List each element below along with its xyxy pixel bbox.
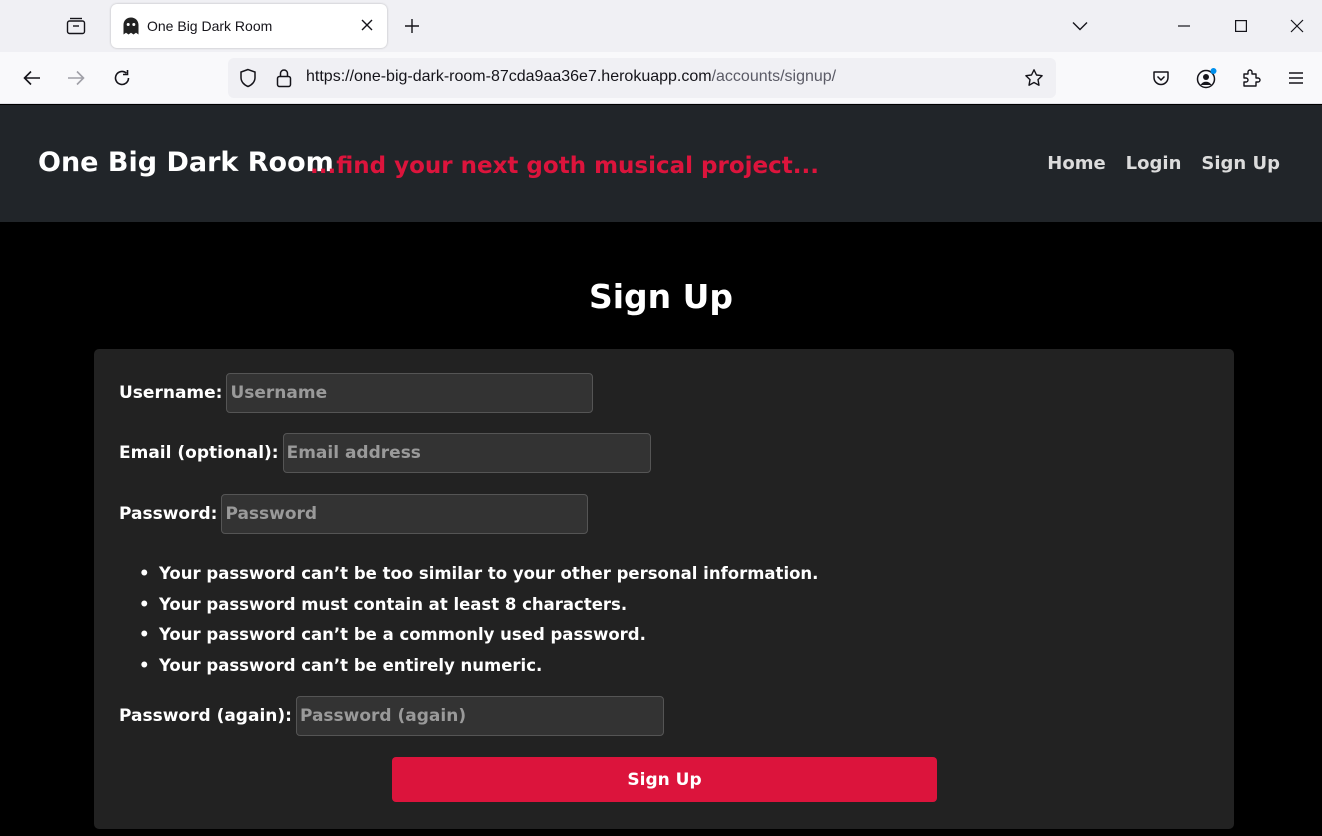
password-again-row: Password (again): bbox=[119, 696, 664, 736]
web-page: One Big Dark Room ...find your next goth… bbox=[0, 105, 1322, 836]
shield-icon[interactable] bbox=[238, 68, 258, 88]
password-input[interactable] bbox=[221, 494, 589, 534]
signup-submit-button[interactable]: Sign Up bbox=[392, 757, 937, 802]
reload-icon[interactable] bbox=[106, 62, 138, 94]
username-label: Username: bbox=[119, 383, 223, 403]
password-again-label: Password (again): bbox=[119, 706, 292, 726]
new-tab-icon[interactable] bbox=[398, 12, 426, 40]
ghost-icon bbox=[121, 16, 141, 36]
account-icon[interactable] bbox=[1191, 62, 1223, 94]
address-bar[interactable]: https://one-big-dark-room-87cda9aa36e7.h… bbox=[228, 58, 1056, 98]
nav-login-link[interactable]: Login bbox=[1126, 153, 1182, 174]
back-arrow-icon[interactable] bbox=[16, 62, 48, 94]
browser-nav-bar: https://one-big-dark-room-87cda9aa36e7.h… bbox=[0, 52, 1322, 104]
url-path: /accounts/signup/ bbox=[711, 68, 837, 85]
bookmark-star-icon[interactable] bbox=[1024, 68, 1044, 88]
active-tab[interactable]: One Big Dark Room bbox=[111, 4, 387, 48]
extensions-icon[interactable] bbox=[1235, 62, 1267, 94]
page-title: Sign Up bbox=[588, 277, 734, 316]
pocket-icon[interactable] bbox=[1145, 62, 1177, 94]
tab-title: One Big Dark Room bbox=[147, 18, 273, 34]
lock-icon[interactable] bbox=[274, 68, 294, 88]
window-close-icon[interactable] bbox=[1277, 8, 1317, 44]
password-help-item: Your password can’t be entirely numeric. bbox=[139, 651, 818, 682]
tab-list-icon[interactable] bbox=[58, 10, 94, 42]
minimize-icon[interactable] bbox=[1164, 8, 1204, 44]
site-tagline: ...find your next goth musical project..… bbox=[310, 153, 819, 179]
signup-form: Username: Email (optional): Password: Yo… bbox=[94, 349, 1234, 829]
username-input[interactable] bbox=[226, 373, 594, 413]
site-header: One Big Dark Room ...find your next goth… bbox=[0, 105, 1322, 222]
nav-home-link[interactable]: Home bbox=[1047, 153, 1105, 174]
email-input[interactable] bbox=[282, 433, 651, 473]
url-host: https://one-big-dark-room-87cda9aa36e7.h… bbox=[306, 68, 712, 85]
password-row: Password: bbox=[119, 494, 589, 534]
maximize-icon[interactable] bbox=[1221, 8, 1261, 44]
password-help-item: Your password can’t be too similar to yo… bbox=[139, 559, 818, 590]
nav-signup-link[interactable]: Sign Up bbox=[1201, 153, 1280, 174]
browser-tab-bar: One Big Dark Room bbox=[0, 0, 1322, 52]
site-brand-link[interactable]: One Big Dark Room bbox=[38, 147, 334, 178]
password-help-list: Your password can’t be too similar to yo… bbox=[139, 559, 818, 681]
username-row: Username: bbox=[119, 373, 594, 413]
password-label: Password: bbox=[119, 504, 218, 524]
menu-hamburger-icon[interactable] bbox=[1280, 62, 1312, 94]
site-nav: Home Login Sign Up bbox=[1047, 153, 1280, 174]
forward-arrow-icon[interactable] bbox=[60, 62, 92, 94]
tab-overflow-chevron-icon[interactable] bbox=[1060, 8, 1100, 44]
url-text[interactable]: https://one-big-dark-room-87cda9aa36e7.h… bbox=[306, 68, 836, 86]
password-help-item: Your password must contain at least 8 ch… bbox=[139, 590, 818, 621]
close-tab-icon[interactable] bbox=[357, 15, 377, 35]
email-label: Email (optional): bbox=[119, 443, 279, 463]
email-row: Email (optional): bbox=[119, 433, 651, 473]
password-again-input[interactable] bbox=[295, 696, 664, 736]
password-help-item: Your password can’t be a commonly used p… bbox=[139, 620, 818, 651]
